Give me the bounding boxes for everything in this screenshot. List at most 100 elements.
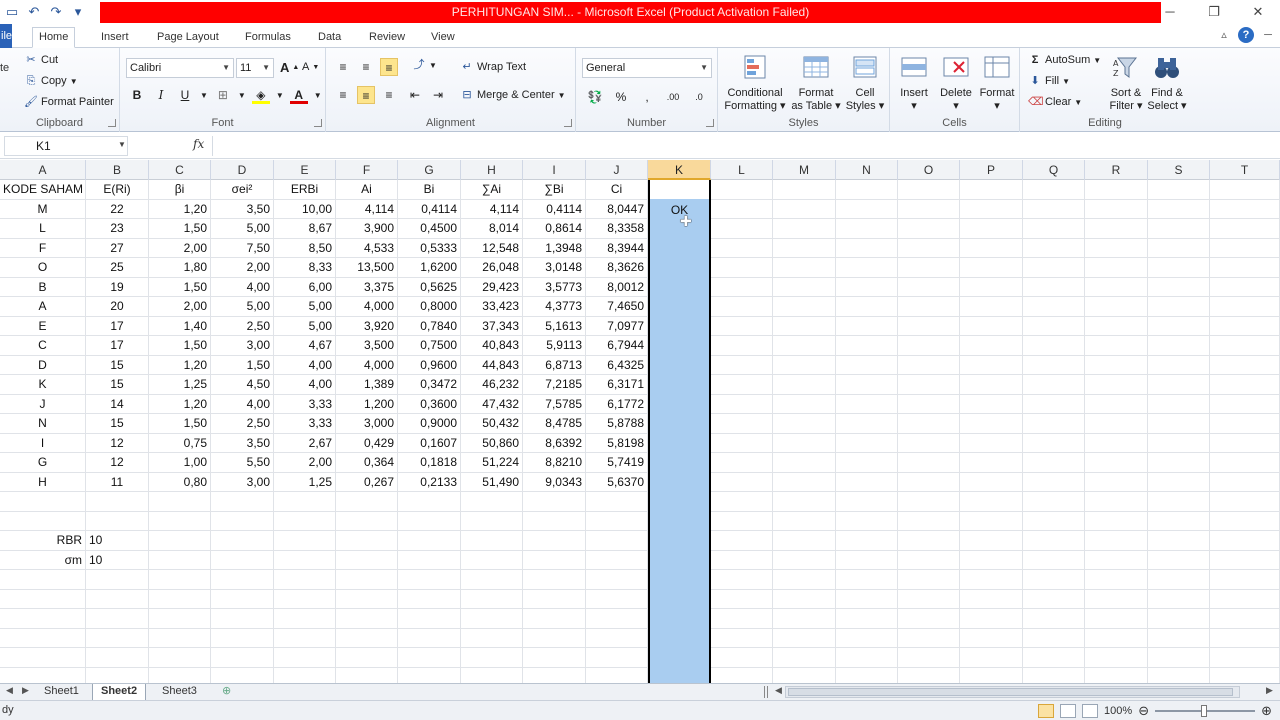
cell[interactable]: 3,00 — [211, 336, 274, 356]
grow-font-icon[interactable]: A ▲ — [280, 60, 299, 75]
cell[interactable] — [1210, 414, 1280, 434]
cell[interactable]: 1,25 — [274, 472, 336, 492]
cell[interactable] — [523, 589, 586, 609]
cell[interactable]: 2,00 — [149, 238, 211, 258]
cell[interactable] — [773, 570, 836, 590]
cell[interactable] — [836, 511, 898, 531]
cell[interactable] — [960, 492, 1023, 512]
tab-page-layout[interactable]: Page Layout — [151, 28, 225, 48]
selected-column-k[interactable] — [648, 180, 711, 683]
cell[interactable] — [586, 531, 648, 551]
orientation-icon[interactable]: ⤴ ▼ — [412, 58, 437, 72]
cell[interactable] — [1148, 355, 1210, 375]
cell[interactable] — [461, 609, 523, 629]
column-header-m[interactable]: M — [773, 160, 836, 180]
cell-styles-button[interactable]: Cell Styles ▾ — [844, 52, 886, 113]
cell[interactable]: 4,533 — [336, 238, 398, 258]
cell[interactable] — [86, 589, 149, 609]
cell[interactable] — [836, 355, 898, 375]
cell[interactable]: 1,80 — [149, 258, 211, 278]
cell[interactable]: I — [0, 433, 86, 453]
cell[interactable]: 37,343 — [461, 316, 523, 336]
increase-decimal-icon[interactable]: .00 — [664, 88, 682, 106]
cell[interactable]: F — [0, 238, 86, 258]
cell[interactable] — [86, 511, 149, 531]
cell[interactable] — [149, 609, 211, 629]
first-sheet-icon[interactable]: ◀ — [6, 685, 13, 696]
cell[interactable] — [461, 589, 523, 609]
cell[interactable] — [1210, 453, 1280, 473]
cell[interactable]: 0,5333 — [398, 238, 461, 258]
cell[interactable]: E(Ri) — [86, 180, 149, 200]
param-value[interactable]: 10 — [86, 531, 149, 551]
cell[interactable] — [586, 511, 648, 531]
cell[interactable] — [836, 589, 898, 609]
cell[interactable]: 2,00 — [211, 258, 274, 278]
find-select-button[interactable]: Find & Select ▾ — [1146, 52, 1188, 113]
column-header-r[interactable]: R — [1085, 160, 1148, 180]
sheet-tab-2[interactable]: Sheet2 — [92, 684, 147, 700]
cell[interactable]: 4,3773 — [523, 297, 586, 317]
cell[interactable] — [211, 511, 274, 531]
cell[interactable]: 6,7944 — [586, 336, 648, 356]
cell[interactable]: 13,500 — [336, 258, 398, 278]
cell[interactable] — [773, 199, 836, 219]
zoom-in-icon[interactable]: ⊕ — [1261, 703, 1272, 719]
minimize-icon[interactable]: ─ — [1148, 0, 1192, 24]
cell[interactable] — [898, 219, 960, 239]
save-icon[interactable]: ▭ — [4, 4, 20, 20]
cell[interactable] — [711, 277, 773, 297]
cell[interactable] — [523, 531, 586, 551]
column-header-q[interactable]: Q — [1023, 160, 1085, 180]
cell[interactable]: Ai — [336, 180, 398, 200]
cell[interactable] — [211, 531, 274, 551]
cell[interactable] — [523, 570, 586, 590]
cell[interactable]: 6,1772 — [586, 394, 648, 414]
cell[interactable]: 46,232 — [461, 375, 523, 395]
cell[interactable] — [336, 667, 398, 683]
cell[interactable]: ∑Bi — [523, 180, 586, 200]
cell[interactable]: 12 — [86, 453, 149, 473]
cell[interactable]: 5,6370 — [586, 472, 648, 492]
cell[interactable]: K — [0, 375, 86, 395]
minimize-ribbon-icon[interactable]: ▵ — [1216, 27, 1232, 43]
cell[interactable] — [1210, 589, 1280, 609]
cell[interactable] — [773, 472, 836, 492]
cell[interactable] — [586, 609, 648, 629]
cell[interactable]: 3,33 — [274, 394, 336, 414]
cell[interactable]: 3,0148 — [523, 258, 586, 278]
cell[interactable]: N — [0, 414, 86, 434]
cell[interactable]: 4,00 — [274, 355, 336, 375]
cell[interactable]: 14 — [86, 394, 149, 414]
cell[interactable] — [711, 648, 773, 668]
cell[interactable] — [1085, 648, 1148, 668]
cell[interactable] — [523, 511, 586, 531]
cell[interactable] — [398, 589, 461, 609]
cell[interactable] — [586, 550, 648, 570]
cell[interactable]: 2,00 — [149, 297, 211, 317]
cell[interactable] — [1148, 219, 1210, 239]
cell[interactable]: 3,33 — [274, 414, 336, 434]
cell[interactable]: 5,7419 — [586, 453, 648, 473]
cell[interactable] — [1148, 238, 1210, 258]
cell[interactable]: 9,0343 — [523, 472, 586, 492]
cell[interactable]: 20 — [86, 297, 149, 317]
cell[interactable] — [1085, 277, 1148, 297]
cell[interactable]: Bi — [398, 180, 461, 200]
cell[interactable] — [398, 648, 461, 668]
cell[interactable]: 10,00 — [274, 199, 336, 219]
cell[interactable] — [836, 297, 898, 317]
cell[interactable] — [960, 316, 1023, 336]
paste-partial-label[interactable]: te — [0, 62, 9, 74]
cell[interactable] — [1148, 667, 1210, 683]
cell[interactable] — [336, 511, 398, 531]
cell[interactable]: 0,8000 — [398, 297, 461, 317]
cell[interactable]: 2,50 — [211, 414, 274, 434]
cell[interactable] — [898, 589, 960, 609]
cell[interactable]: 8,33 — [274, 258, 336, 278]
cell[interactable]: 7,5785 — [523, 394, 586, 414]
cell[interactable] — [86, 648, 149, 668]
cell[interactable]: 5,9113 — [523, 336, 586, 356]
cell[interactable] — [461, 628, 523, 648]
cell[interactable]: 0,7500 — [398, 336, 461, 356]
